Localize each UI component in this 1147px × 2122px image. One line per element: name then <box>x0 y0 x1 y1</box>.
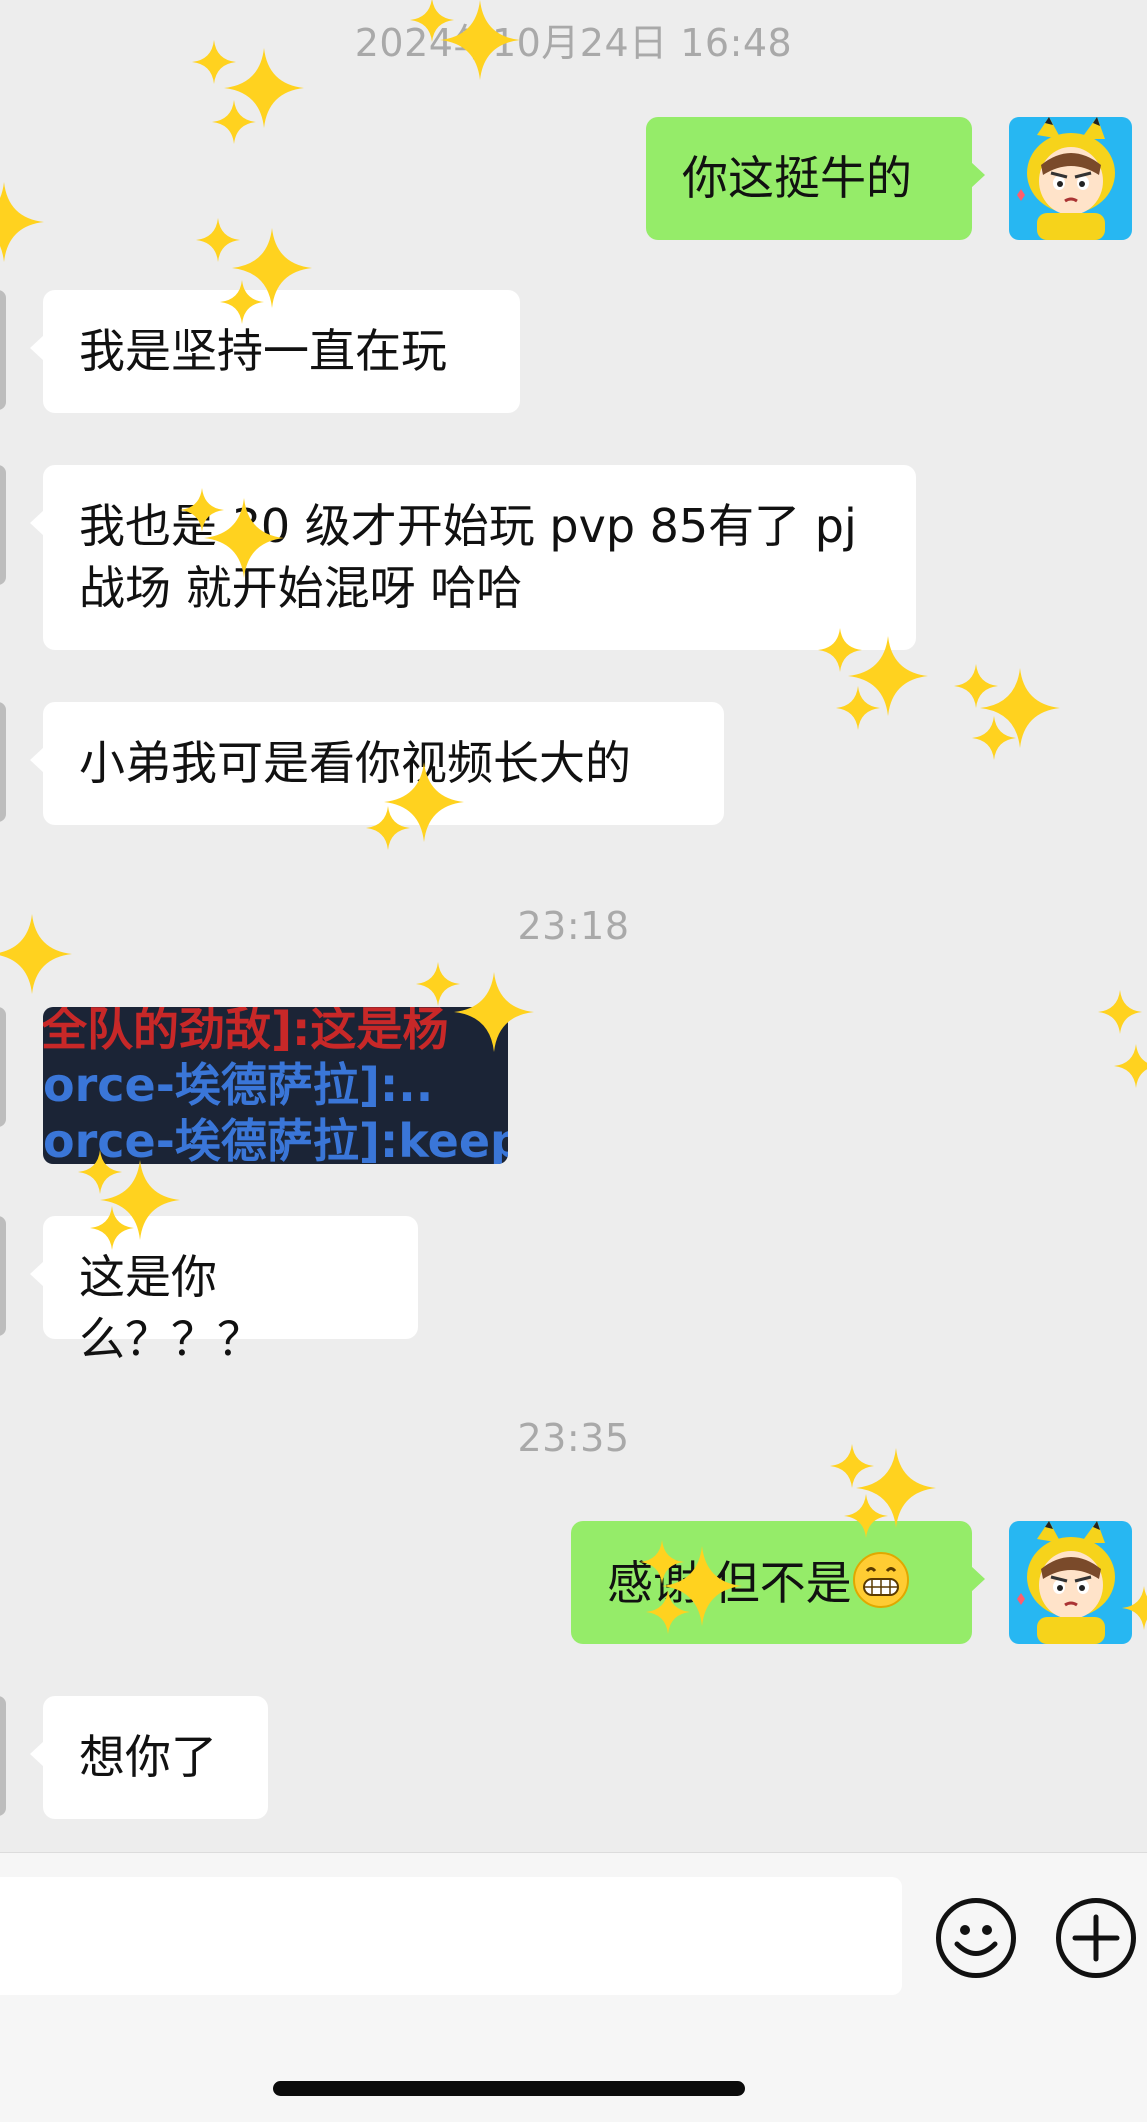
more-button[interactable] <box>1056 1898 1136 1978</box>
grin-emoji-icon <box>852 1552 909 1608</box>
contact-avatar[interactable] <box>0 702 6 822</box>
sparkle-icon <box>954 664 998 708</box>
outgoing-message-bubble[interactable]: 感谢 但不是 <box>571 1521 985 1644</box>
sparkle-icon <box>196 218 240 262</box>
smiley-icon <box>954 1925 998 1956</box>
sparkle-icon <box>980 668 1060 748</box>
emoji-button[interactable] <box>936 1898 1016 1978</box>
sparkle-icon <box>972 716 1016 760</box>
timestamp: 23:18 <box>517 904 630 948</box>
sparkle-icon <box>416 962 460 1006</box>
incoming-message-bubble[interactable]: 我也是 30 级才开始玩 pvp 85有了 pj 战场 就开始混呀 哈哈 <box>30 465 916 650</box>
plus-icon <box>1072 1914 1120 1962</box>
incoming-message-bubble[interactable]: 小弟我可是看你视频长大的 <box>30 702 724 825</box>
image-message[interactable]: 全队的劲敌]:这是杨 orce-埃德萨拉]:.. orce-埃德萨拉]:keep <box>43 1007 508 1164</box>
incoming-message-bubble[interactable]: 想你了 <box>30 1696 268 1819</box>
contact-avatar[interactable] <box>0 1007 6 1127</box>
sparkle-icon <box>856 1448 936 1528</box>
incoming-message-bubble[interactable]: 这是你么？？？ <box>30 1216 418 1366</box>
sparkle-icon <box>1098 990 1142 1034</box>
contact-avatar[interactable] <box>0 290 6 410</box>
sparkle-icon <box>212 100 256 144</box>
my-avatar[interactable] <box>1009 1521 1132 1644</box>
timestamp: 23:35 <box>517 1416 630 1460</box>
outgoing-message-bubble[interactable]: 你这挺牛的 <box>646 117 985 240</box>
contact-avatar[interactable] <box>0 465 6 585</box>
contact-avatar[interactable] <box>0 1216 6 1336</box>
sparkle-icon <box>0 182 44 262</box>
contact-avatar[interactable] <box>0 1696 6 1816</box>
my-avatar[interactable] <box>1009 117 1132 240</box>
incoming-message-bubble[interactable]: 我是坚持一直在玩 <box>30 290 520 413</box>
message-input[interactable] <box>0 1877 902 1995</box>
message-text: 感谢 但不是 <box>607 1556 852 1610</box>
input-bar <box>0 1852 1147 2122</box>
sparkle-icon <box>836 686 880 730</box>
home-indicator[interactable] <box>273 2081 745 2096</box>
pikachu-hood-avatar-icon <box>1009 117 1132 240</box>
pikachu-hood-avatar-icon <box>1009 1521 1132 1644</box>
chat-area[interactable]: 2024年10月24日 16:48 23:18 23:35 你这挺牛的 我是坚持… <box>0 0 1147 1852</box>
sparkle-icon <box>1114 1044 1147 1088</box>
image-text-line: orce-埃德萨拉]:keep <box>43 1114 508 1164</box>
timestamp: 2024年10月24日 16:48 <box>354 21 793 65</box>
